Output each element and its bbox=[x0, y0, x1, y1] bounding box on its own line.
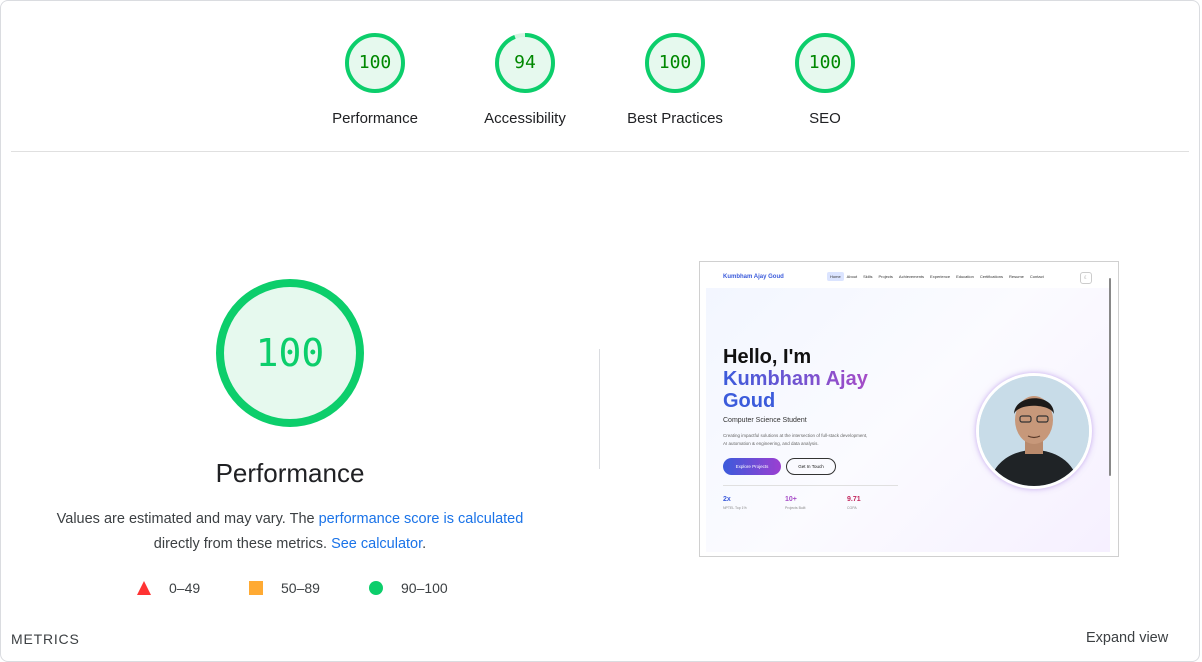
hero-blurb: Creating impactful solutions at the inte… bbox=[723, 432, 867, 448]
stat-value: 10+ bbox=[785, 496, 797, 503]
expand-view-toggle[interactable]: Expand view bbox=[1086, 630, 1168, 646]
screenshot-page: Kumbham Ajay Goud Home About Skills Proj… bbox=[706, 268, 1111, 552]
stat-projects: 10+ Projects Built bbox=[785, 496, 805, 510]
screenshot-scrollbar bbox=[1109, 278, 1111, 476]
stat-value: 2x bbox=[723, 496, 731, 503]
vertical-divider bbox=[599, 349, 600, 469]
nav-link: Education bbox=[956, 274, 974, 279]
gauge-score: 94 bbox=[514, 52, 536, 73]
gauge-seo[interactable]: 100 SEO bbox=[765, 32, 885, 127]
nav-link: Certifications bbox=[979, 274, 1003, 279]
gauge-label: Performance bbox=[332, 110, 418, 127]
legend-label: 0–49 bbox=[169, 580, 201, 596]
moon-icon: ☾ bbox=[1080, 272, 1092, 284]
performance-title: Performance bbox=[215, 458, 365, 488]
stat-label: CGPA bbox=[847, 506, 857, 510]
gauge-best-practices[interactable]: 100 Best Practices bbox=[615, 32, 735, 127]
desc-text: directly from these metrics. bbox=[153, 536, 332, 552]
desc-text: . bbox=[422, 536, 427, 552]
legend-item-fail: 0–49 bbox=[137, 580, 200, 596]
final-screenshot[interactable]: Kumbham Ajay Goud Home About Skills Proj… bbox=[699, 261, 1119, 557]
avatar bbox=[976, 373, 1092, 489]
performance-score: 100 bbox=[255, 331, 325, 375]
blurb-line: Creating impactful solutions at the inte… bbox=[723, 433, 868, 438]
circle-icon bbox=[369, 581, 383, 595]
gauge-score: 100 bbox=[358, 52, 392, 73]
see-calculator-link[interactable]: See calculator bbox=[331, 536, 422, 552]
legend-label: 50–89 bbox=[281, 580, 320, 596]
hero-hello: Hello, I'm bbox=[723, 346, 812, 368]
legend-item-pass: 90–100 bbox=[369, 580, 448, 596]
gauge-performance[interactable]: 100 Performance bbox=[315, 32, 435, 127]
legend-item-average: 50–89 bbox=[249, 580, 320, 596]
category-gauges: 100 Performance 94 Accessibility 100 Bes… bbox=[0, 32, 1202, 132]
section-divider bbox=[11, 151, 1189, 152]
gauge-label: Accessibility bbox=[484, 110, 566, 127]
gauge-score: 100 bbox=[808, 52, 842, 73]
square-icon bbox=[249, 581, 263, 595]
gauge-label: SEO bbox=[809, 110, 841, 127]
stat-label: NPTEL Top 1% bbox=[723, 506, 747, 510]
explore-projects-button: Explore Projects bbox=[723, 458, 781, 475]
nav-link: Achievements bbox=[898, 274, 925, 279]
site-nav-links: Home About Skills Projects Achievements … bbox=[827, 272, 1047, 281]
hero-name-line2: Goud bbox=[723, 390, 776, 412]
hero-name-line1: Kumbham Ajay bbox=[723, 368, 868, 390]
site-brand: Kumbham Ajay Goud bbox=[723, 274, 784, 280]
avatar-photo bbox=[979, 376, 1089, 486]
stats-divider bbox=[723, 485, 898, 486]
nav-link: Skills bbox=[863, 274, 873, 279]
score-legend: 0–49 50–89 90–100 bbox=[0, 580, 600, 602]
get-in-touch-button: Get In Touch bbox=[786, 458, 836, 475]
desc-text: Values are estimated and may vary. The bbox=[56, 511, 319, 527]
gauge-accessibility[interactable]: 94 Accessibility bbox=[465, 32, 585, 127]
nav-link: Contact bbox=[1029, 274, 1044, 279]
nav-link: Projects bbox=[878, 274, 893, 279]
metrics-heading: METRICS bbox=[11, 631, 80, 647]
nav-link: Experience bbox=[930, 274, 951, 279]
stat-cgpa: 9.71 CGPA bbox=[847, 496, 861, 510]
score-calculated-link[interactable]: performance score is calculated bbox=[319, 511, 524, 527]
gauge-score: 100 bbox=[658, 52, 692, 73]
legend-label: 90–100 bbox=[401, 580, 448, 596]
triangle-icon bbox=[137, 581, 151, 595]
stat-label: Projects Built bbox=[785, 506, 806, 510]
nav-link: About bbox=[846, 274, 858, 279]
hero-subtitle: Computer Science Student bbox=[723, 417, 807, 424]
nav-link: Home bbox=[827, 272, 844, 281]
gauge-label: Best Practices bbox=[627, 110, 723, 127]
nav-link: Resume bbox=[1008, 274, 1024, 279]
performance-description: Values are estimated and may vary. The p… bbox=[40, 507, 540, 557]
blurb-line: AI automation & engineering, and data an… bbox=[723, 441, 819, 446]
stat-value: 9.71 bbox=[847, 496, 861, 503]
site-navbar: Kumbham Ajay Goud Home About Skills Proj… bbox=[706, 268, 1110, 288]
stat-nptel: 2x NPTEL Top 1% bbox=[723, 496, 747, 510]
